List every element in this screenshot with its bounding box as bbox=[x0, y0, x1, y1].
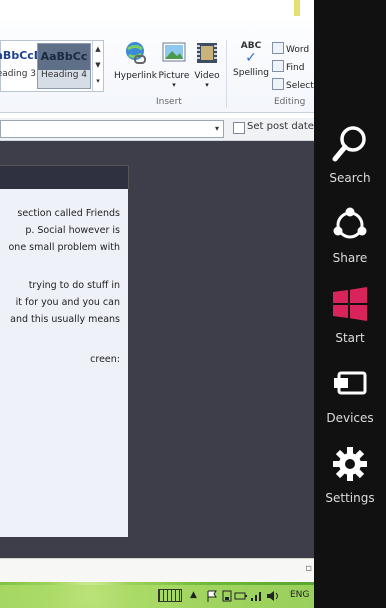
editing-group-label: Editing bbox=[274, 97, 306, 107]
spelling-button[interactable]: ABC ✓ Spelling bbox=[232, 40, 270, 78]
spelling-icon: ABC ✓ bbox=[240, 41, 262, 66]
signal-bars-icon[interactable] bbox=[250, 590, 262, 602]
style-name: Heading 4 bbox=[40, 70, 88, 80]
style-name: Heading 3 bbox=[0, 69, 37, 79]
charm-search[interactable]: Search bbox=[314, 124, 386, 185]
set-post-date-checkbox[interactable] bbox=[233, 122, 245, 134]
touch-keyboard-icon[interactable] bbox=[158, 589, 182, 602]
show-hidden-icons-icon[interactable]: ▲ bbox=[190, 590, 197, 600]
document-line: and this usually means bbox=[10, 314, 120, 325]
document-line: section called Friends bbox=[17, 208, 120, 219]
set-post-date-label: Set post date bbox=[247, 121, 314, 132]
picture-button[interactable]: Picture ▾ bbox=[158, 40, 190, 89]
app-window: AaBbCcDc Heading 3 AaBbCc Heading 4 ▲▼▾ … bbox=[0, 0, 314, 582]
video-dropdown-icon[interactable]: ▾ bbox=[193, 81, 221, 89]
hyperlink-button[interactable]: Hyperlink bbox=[114, 40, 157, 81]
document-line: trying to do stuff in bbox=[28, 280, 120, 291]
styles-gallery: AaBbCcDc Heading 3 AaBbCc Heading 4 ▲▼▾ bbox=[0, 40, 104, 92]
charm-share[interactable]: Share bbox=[314, 204, 386, 265]
title-strip bbox=[0, 0, 314, 18]
gear-icon bbox=[333, 447, 367, 481]
charm-search-label: Search bbox=[329, 171, 371, 185]
insert-group-label: Insert bbox=[156, 97, 182, 107]
post-toolbar: ▾ Set post date bbox=[0, 118, 314, 141]
video-label: Video bbox=[194, 71, 220, 81]
word-count-icon bbox=[272, 42, 284, 54]
status-indicator: ▫ bbox=[305, 563, 312, 574]
video-button[interactable]: Video ▾ bbox=[193, 40, 221, 89]
category-dropdown[interactable]: ▾ bbox=[0, 120, 224, 138]
video-icon bbox=[197, 43, 217, 63]
language-indicator[interactable]: ENG bbox=[290, 590, 309, 600]
find-button[interactable]: Find bbox=[272, 60, 304, 73]
chevron-down-icon[interactable]: ▾ bbox=[211, 121, 223, 137]
charm-settings[interactable]: Settings bbox=[314, 444, 386, 505]
charm-share-label: Share bbox=[332, 251, 368, 265]
post-title-bar[interactable] bbox=[0, 165, 129, 189]
word-count-label: Word bbox=[286, 45, 310, 55]
devices-icon bbox=[334, 371, 367, 395]
battery-icon[interactable] bbox=[234, 590, 248, 602]
document-line: one small problem with bbox=[8, 242, 120, 253]
volume-icon[interactable] bbox=[266, 590, 280, 602]
document-body[interactable]: section called Friends p. Social however… bbox=[0, 189, 128, 537]
ribbon: AaBbCcDc Heading 3 AaBbCc Heading 4 ▲▼▾ … bbox=[0, 0, 314, 113]
charm-start[interactable]: Start bbox=[314, 284, 386, 345]
editor-area: section called Friends p. Social however… bbox=[0, 141, 314, 558]
charm-devices[interactable]: Devices bbox=[314, 364, 386, 425]
spelling-label: Spelling bbox=[233, 68, 269, 78]
gallery-scroll[interactable]: ▲ ▼ ▾ bbox=[92, 41, 103, 91]
charm-devices-label: Devices bbox=[326, 411, 374, 425]
network-icon[interactable] bbox=[222, 590, 232, 602]
select-icon bbox=[272, 78, 284, 90]
document-line: it for you and you can bbox=[15, 297, 120, 308]
word-count-button[interactable]: Word bbox=[272, 42, 309, 55]
charms-bar: Search Share Start Devices Settings bbox=[314, 0, 386, 608]
picture-label: Picture bbox=[158, 71, 190, 81]
title-accent bbox=[294, 0, 300, 16]
style-heading-4[interactable]: AaBbCc Heading 4 bbox=[37, 43, 91, 89]
select-button[interactable]: Select bbox=[272, 78, 314, 91]
share-icon bbox=[333, 207, 367, 239]
action-center-flag-icon[interactable] bbox=[206, 590, 218, 602]
status-bar: ▫ bbox=[0, 558, 314, 582]
find-label: Find bbox=[286, 63, 305, 73]
find-icon bbox=[272, 60, 284, 72]
picture-icon bbox=[162, 42, 186, 62]
document-line: creen: bbox=[90, 354, 120, 365]
document-line: p. Social however is bbox=[25, 225, 120, 236]
search-icon bbox=[332, 126, 366, 162]
group-separator bbox=[226, 40, 227, 108]
charm-start-label: Start bbox=[335, 331, 365, 345]
picture-dropdown-icon[interactable]: ▾ bbox=[158, 81, 190, 89]
windows-logo-icon bbox=[333, 287, 367, 321]
hyperlink-icon bbox=[126, 42, 146, 64]
select-label: Select bbox=[286, 81, 314, 91]
style-sample: AaBbCc bbox=[38, 44, 90, 70]
style-sample: AaBbCcDc bbox=[0, 49, 50, 62]
charm-settings-label: Settings bbox=[325, 491, 375, 505]
hyperlink-label: Hyperlink bbox=[114, 71, 157, 81]
style-heading-3[interactable]: AaBbCcDc Heading 3 bbox=[0, 43, 50, 87]
